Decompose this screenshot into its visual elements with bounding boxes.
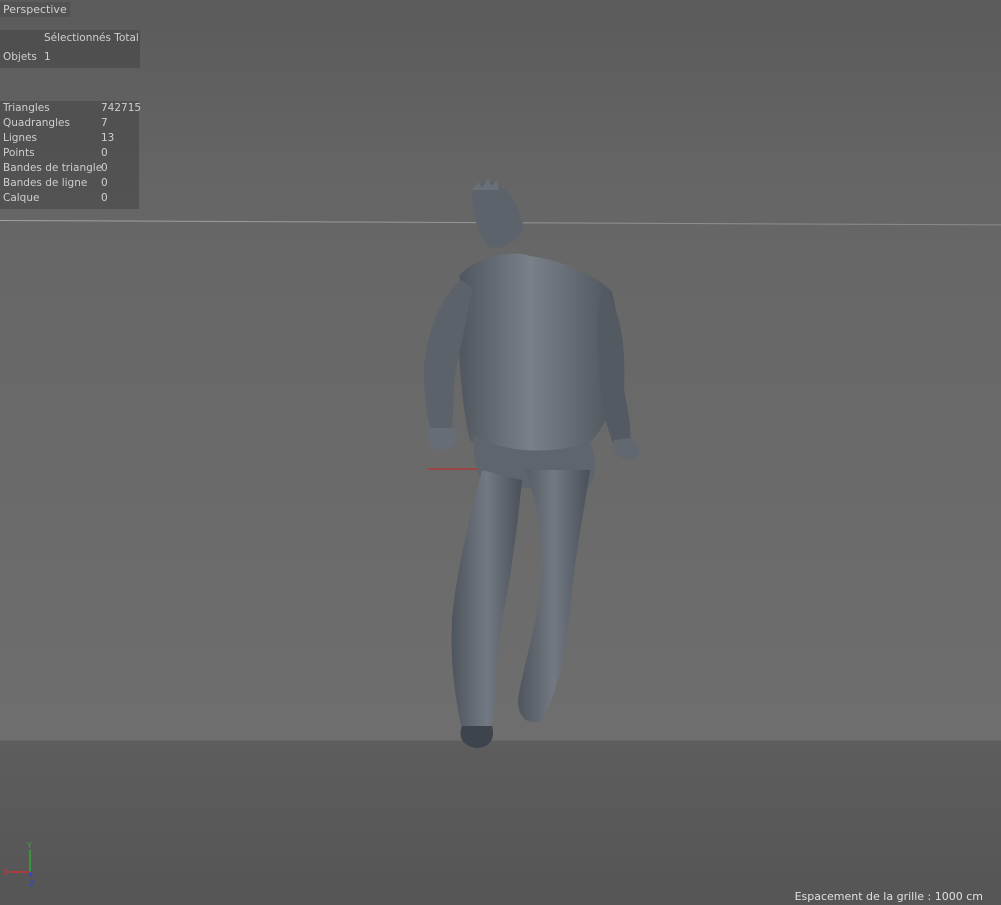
human-model[interactable] — [400, 170, 660, 760]
stat-value: 13 — [101, 132, 115, 144]
stat-label: Lignes — [3, 132, 38, 144]
x-axis-label: X — [3, 868, 9, 877]
stat-row-layer: Calque 0 — [3, 191, 108, 206]
stat-value: 0 — [101, 162, 108, 174]
camera-label[interactable]: Perspective — [0, 2, 70, 17]
stat-label: Bandes de ligne — [3, 177, 88, 189]
stats-panel: Triangles 742715 Quadrangles 7 Lignes 13… — [0, 101, 141, 209]
stat-row-triangles: Triangles 742715 — [3, 101, 141, 116]
head — [472, 181, 524, 248]
3d-viewport[interactable]: Perspective Sélectionnés Total Objets 1 … — [0, 0, 1001, 905]
object-info-value: 1 — [44, 51, 51, 63]
torso — [458, 253, 619, 459]
stat-value: 0 — [101, 147, 108, 159]
grid-spacing-label: Espacement de la grille : 1000 cm — [794, 890, 983, 903]
left-leg — [451, 470, 522, 730]
stat-row-line-strips: Bandes de ligne 0 — [3, 176, 108, 191]
z-axis-label: Z — [29, 879, 35, 888]
stat-row-quadrangles: Quadrangles 7 — [3, 116, 108, 131]
stat-value: 0 — [101, 192, 108, 204]
stat-label: Quadrangles — [3, 117, 70, 129]
stat-label: Calque — [3, 192, 40, 204]
stat-label: Points — [3, 147, 35, 159]
stat-value: 7 — [101, 117, 108, 129]
object-info-label: Objets — [3, 51, 37, 63]
stat-value: 742715 — [101, 102, 142, 114]
stat-label: Triangles — [3, 102, 50, 114]
stat-row-triangle-strips: Bandes de triangle 0 — [3, 161, 108, 176]
stat-row-lines: Lignes 13 — [3, 131, 114, 146]
object-info-panel: Sélectionnés Total Objets 1 — [0, 30, 140, 68]
axis-gizmo: Y X Z — [3, 841, 35, 888]
stat-row-points: Points 0 — [3, 146, 108, 161]
object-info-row: Objets 1 — [3, 51, 51, 63]
y-axis-label: Y — [26, 841, 32, 850]
z-axis-line — [29, 871, 33, 879]
stat-value: 0 — [101, 177, 108, 189]
object-info-header: Sélectionnés Total — [44, 32, 139, 44]
right-leg — [518, 470, 590, 722]
stat-label: Bandes de triangle — [3, 162, 103, 174]
